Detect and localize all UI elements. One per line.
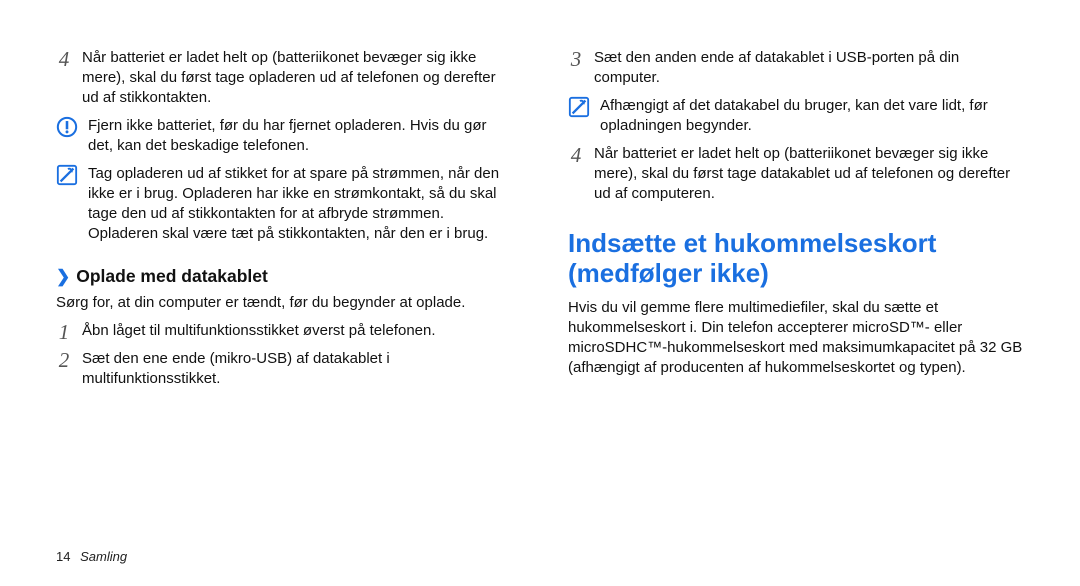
step-number-1: 1 bbox=[56, 321, 72, 343]
step-number-4: 4 bbox=[56, 48, 72, 70]
footer-section: Samling bbox=[80, 549, 127, 564]
page-number: 14 bbox=[56, 549, 70, 564]
step-4-left: 4 Når batteriet er ladet helt op (batter… bbox=[56, 48, 512, 108]
subheading-charge-cable: ❯ Oplade med datakablet bbox=[56, 266, 512, 287]
step-2-text: Sæt den ene ende (mikro-USB) af datakabl… bbox=[82, 349, 512, 389]
info-text-right: Afhængigt af det datakabel du bruger, ka… bbox=[600, 96, 1024, 136]
step-3-text: Sæt den anden ende af datakablet i USB-p… bbox=[594, 48, 1024, 88]
chevron-right-icon: ❯ bbox=[56, 267, 70, 287]
info-note-right: Afhængigt af det datakabel du bruger, ka… bbox=[568, 96, 1024, 136]
step-4-text: Når batteriet er ladet helt op (batterii… bbox=[82, 48, 512, 108]
note-icon bbox=[56, 164, 78, 186]
section-title-memory-card: Indsætte et hukommelseskort (medfølger i… bbox=[568, 228, 1024, 288]
step-3: 3 Sæt den anden ende af datakablet i USB… bbox=[568, 48, 1024, 88]
warning-icon bbox=[56, 116, 78, 138]
step-1-text: Åbn låget til multifunktionsstikket øver… bbox=[82, 321, 436, 341]
note-icon bbox=[568, 96, 590, 118]
info-note-left: Tag opladeren ud af stikket for at spare… bbox=[56, 164, 512, 244]
left-column: 4 Når batteriet er ladet helt op (batter… bbox=[56, 48, 512, 395]
intro-paragraph: Sørg for, at din computer er tændt, før … bbox=[56, 293, 512, 313]
subheading-text: Oplade med datakablet bbox=[76, 266, 268, 287]
section-body: Hvis du vil gemme flere multimediefiler,… bbox=[568, 298, 1024, 378]
step-number-4: 4 bbox=[568, 144, 584, 166]
info-text-left: Tag opladeren ud af stikket for at spare… bbox=[88, 164, 512, 244]
right-column: 3 Sæt den anden ende af datakablet i USB… bbox=[568, 48, 1024, 395]
step-number-3: 3 bbox=[568, 48, 584, 70]
step-number-2: 2 bbox=[56, 349, 72, 371]
step-2: 2 Sæt den ene ende (mikro-USB) af dataka… bbox=[56, 349, 512, 389]
warning-text: Fjern ikke batteriet, før du har fjernet… bbox=[88, 116, 512, 156]
step-4-right-text: Når batteriet er ladet helt op (batterii… bbox=[594, 144, 1024, 204]
step-1: 1 Åbn låget til multifunktionsstikket øv… bbox=[56, 321, 512, 343]
page-footer: 14 Samling bbox=[56, 549, 127, 564]
warning-note: Fjern ikke batteriet, før du har fjernet… bbox=[56, 116, 512, 156]
step-4-right: 4 Når batteriet er ladet helt op (batter… bbox=[568, 144, 1024, 204]
